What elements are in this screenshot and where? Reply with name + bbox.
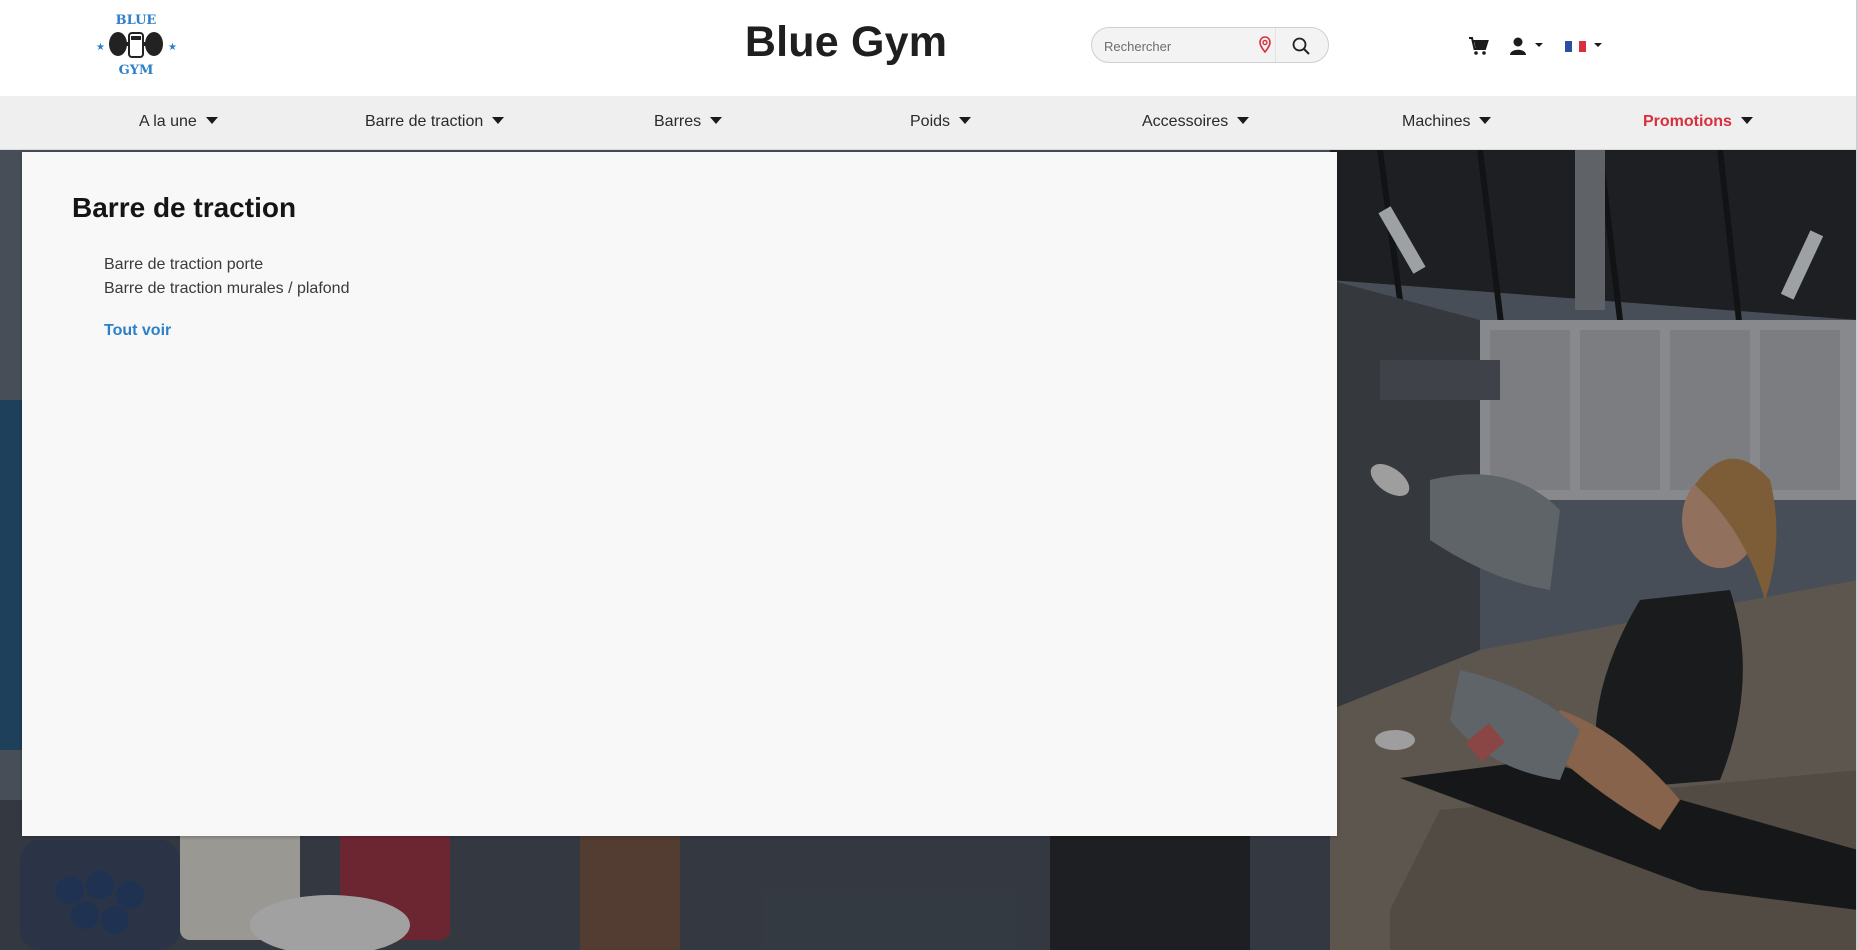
nav-item-label: Barres — [654, 113, 702, 130]
nav-item-label: A la une — [139, 113, 197, 130]
site-title[interactable]: Blue Gym — [0, 18, 1692, 67]
nav-item-promotions[interactable]: Promotions — [1643, 113, 1753, 131]
mega-menu-dropdown: Barre de traction Barre de traction port… — [22, 152, 1337, 836]
user-icon[interactable] — [1508, 36, 1548, 56]
flag-fr-icon[interactable] — [1563, 36, 1607, 56]
caret-down-icon — [205, 117, 218, 124]
mega-menu-links: Barre de traction porte Barre de tractio… — [104, 253, 349, 301]
nav-item-machines[interactable]: Machines — [1402, 113, 1492, 131]
site-header: BLUE GYM ★ ★ Blue Gym — [0, 0, 1858, 96]
nav-item-label: Barre de traction — [365, 113, 484, 130]
nav-item-accessoires[interactable]: Accessoires — [1142, 113, 1250, 131]
mega-menu-link[interactable]: Barre de traction murales / plafond — [104, 277, 349, 301]
mega-menu-link[interactable]: Barre de traction porte — [104, 253, 349, 277]
caret-down-icon — [710, 117, 723, 124]
search-input[interactable] — [1102, 34, 1246, 58]
view-all-link[interactable]: Tout voir — [104, 322, 171, 340]
caret-down-icon — [492, 117, 505, 124]
nav-item-a-la-une[interactable]: A la une — [139, 113, 218, 131]
caret-down-icon — [1479, 117, 1492, 124]
search-icon[interactable] — [1291, 36, 1311, 56]
nav-item-label: Poids — [910, 113, 951, 130]
chevron-down-icon — [1535, 43, 1543, 47]
nav-item-label: Machines — [1402, 113, 1471, 130]
caret-down-icon — [1237, 117, 1250, 124]
mega-menu-title[interactable]: Barre de traction — [72, 192, 296, 224]
nav-item-label: Accessoires — [1142, 113, 1229, 130]
nav-item-barre-de-traction[interactable]: Barre de traction — [365, 113, 505, 131]
search-bar — [1091, 27, 1329, 63]
caret-down-icon — [1740, 117, 1753, 124]
location-pin-icon[interactable] — [1258, 36, 1272, 54]
search-divider — [1275, 28, 1276, 62]
main-nav: A la une Barre de traction Barres Poids … — [0, 96, 1858, 150]
chevron-down-icon — [1594, 43, 1602, 47]
cart-icon[interactable] — [1468, 36, 1490, 56]
caret-down-icon — [959, 117, 972, 124]
nav-item-poids[interactable]: Poids — [910, 113, 972, 131]
nav-item-label: Promotions — [1643, 113, 1732, 130]
nav-item-barres[interactable]: Barres — [654, 113, 723, 131]
